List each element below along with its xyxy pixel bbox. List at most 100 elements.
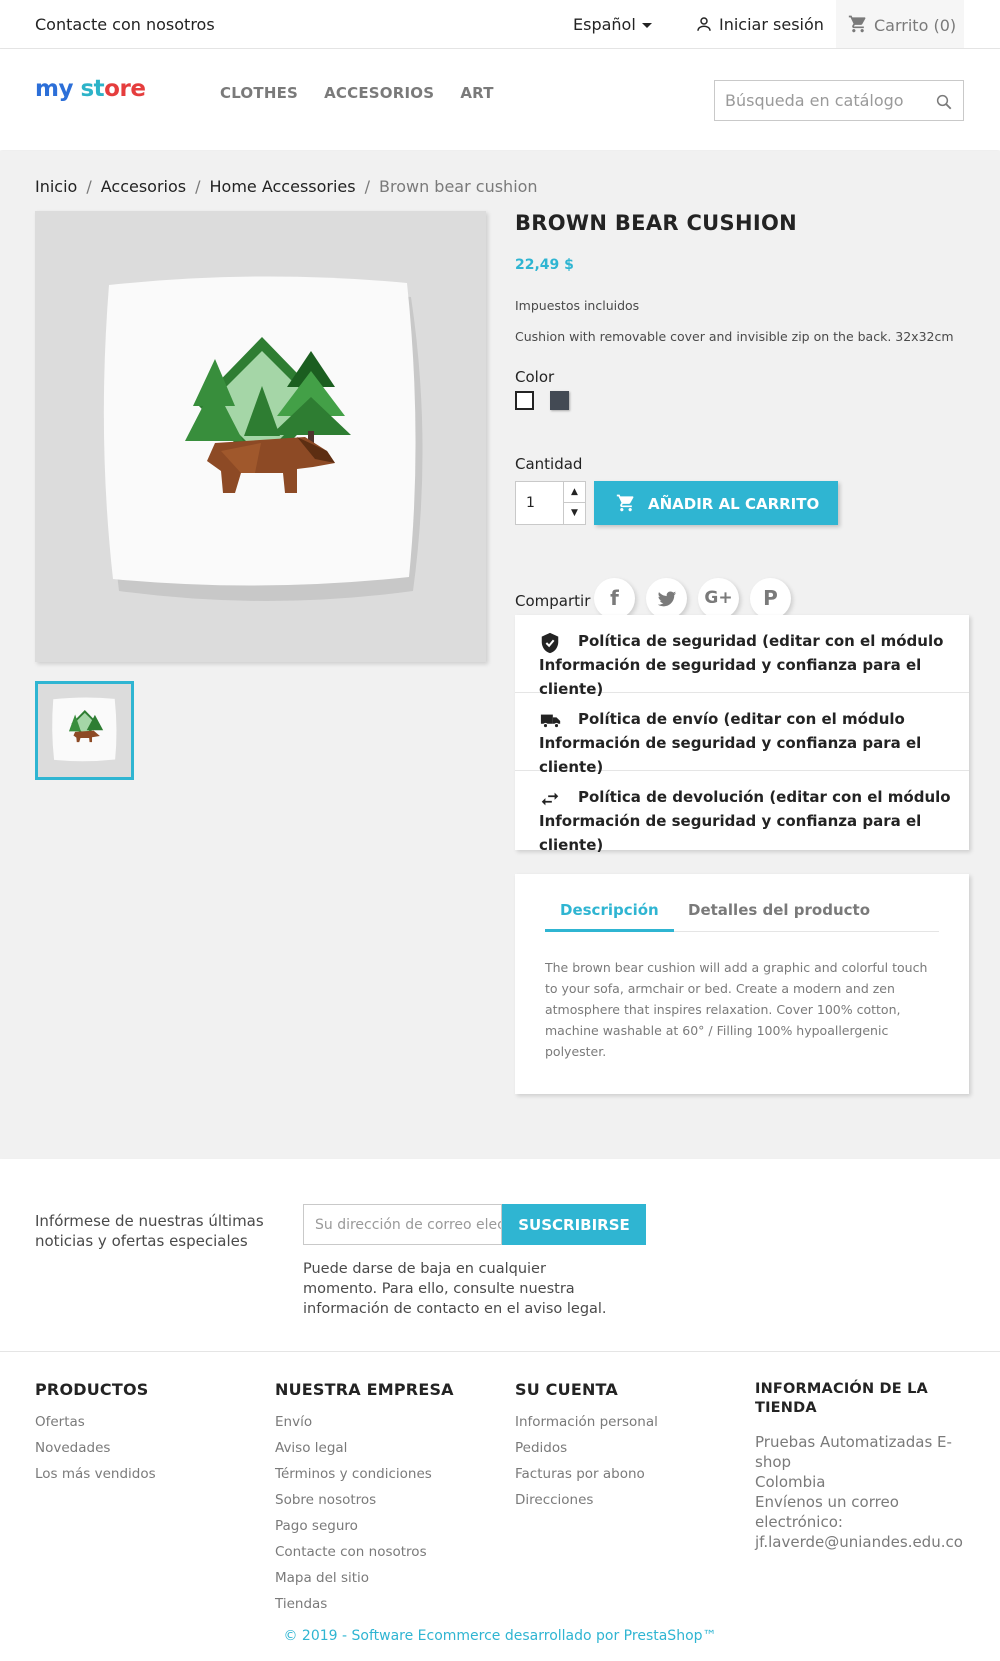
add-to-cart-label: AÑADIR AL CARRITO — [648, 495, 820, 513]
footer-link[interactable]: Los más vendidos — [35, 1461, 156, 1487]
footer-company: NUESTRA EMPRESA Envío Aviso legal Términ… — [275, 1380, 454, 1617]
breadcrumb-separator: / — [195, 177, 201, 196]
login-link[interactable]: Iniciar sesión — [695, 15, 824, 34]
chevron-down-icon: ▼ — [571, 508, 578, 518]
breadcrumb-separator: / — [364, 177, 370, 196]
footer-link[interactable]: Pedidos — [515, 1435, 658, 1461]
quantity-input[interactable] — [516, 482, 564, 524]
product-description: The brown bear cushion will add a graphi… — [545, 960, 928, 1059]
footer-link[interactable]: Mapa del sitio — [275, 1565, 454, 1591]
search-icon[interactable] — [935, 93, 953, 111]
newsletter-text: Infórmese de nuestras últimas noticias y… — [35, 1212, 264, 1250]
share-label: Compartir — [515, 592, 591, 610]
googleplus-share-button[interactable]: G+ — [698, 578, 739, 619]
copyright-link[interactable]: © 2019 - Software Ecommerce desarrollado… — [0, 1628, 1000, 1644]
footer-link[interactable]: Facturas por abono — [515, 1461, 658, 1487]
store-email-label: Envíenos un correo electrónico: — [755, 1493, 899, 1531]
quantity-stepper: ▲ ▼ — [515, 481, 586, 525]
footer-heading: NUESTRA EMPRESA — [275, 1380, 454, 1399]
store-logo[interactable]: my store — [35, 76, 146, 102]
subscribe-button[interactable]: SUSCRIBIRSE — [502, 1204, 646, 1245]
pinterest-icon: P — [763, 586, 778, 610]
footer-heading: PRODUCTOS — [35, 1380, 149, 1399]
cart-button[interactable]: Carrito (0) — [836, 0, 964, 48]
quantity-down-button[interactable]: ▼ — [563, 503, 585, 524]
footer-heading: SU CUENTA — [515, 1380, 618, 1399]
reassurance-item: Política de envío (editar con el módulo … — [515, 693, 969, 776]
breadcrumb-item[interactable]: Home Accessories — [210, 177, 356, 196]
color-swatch-gray[interactable] — [550, 391, 569, 410]
user-icon — [697, 17, 711, 31]
facebook-share-button[interactable]: f — [594, 578, 635, 619]
footer-link[interactable]: Contacte con nosotros — [275, 1539, 454, 1565]
footer-link[interactable]: Envío — [275, 1409, 454, 1435]
newsletter-email-input[interactable] — [303, 1204, 502, 1245]
nav-item-accesorios[interactable]: ACCESORIOS — [324, 84, 434, 102]
reassurance-text: Política de envío (editar con el módulo … — [539, 710, 922, 776]
footer-link[interactable]: Términos y condiciones — [275, 1461, 454, 1487]
product-tabs: Descripción Detalles del producto The br… — [515, 874, 969, 1094]
breadcrumb-item[interactable]: Accesorios — [101, 177, 186, 196]
footer-products: PRODUCTOS Ofertas Novedades Los más vend… — [35, 1380, 156, 1487]
tab-product-details[interactable]: Detalles del producto — [673, 899, 885, 932]
nav-item-art[interactable]: ART — [460, 84, 493, 102]
pinterest-share-button[interactable]: P — [750, 578, 791, 619]
logo-part: ore — [104, 76, 146, 102]
store-country: Colombia — [755, 1473, 826, 1491]
tab-description[interactable]: Descripción — [545, 899, 674, 932]
shopping-cart-icon — [616, 494, 634, 512]
product-title: BROWN BEAR CUSHION — [515, 211, 797, 235]
store-name: Pruebas Automatizadas E-shop — [755, 1433, 952, 1471]
facebook-icon: f — [610, 586, 619, 610]
color-label: Color — [515, 368, 555, 386]
newsletter-block: Infórmese de nuestras últimas noticias y… — [0, 1159, 1000, 1352]
shield-check-icon — [541, 632, 559, 654]
tab-bar: Descripción Detalles del producto — [545, 899, 939, 932]
tax-label: Impuestos incluidos — [515, 298, 640, 313]
truck-icon — [540, 714, 561, 729]
breadcrumb-current: Brown bear cushion — [379, 177, 538, 196]
footer-link[interactable]: Ofertas — [35, 1409, 156, 1435]
footer-link[interactable]: Información personal — [515, 1409, 658, 1435]
cushion-illustration — [35, 211, 486, 662]
reassurance-block: Política de seguridad (editar con el mód… — [515, 615, 969, 854]
twitter-icon — [657, 591, 676, 607]
contact-link[interactable]: Contacte con nosotros — [35, 15, 215, 34]
footer-link[interactable]: Sobre nosotros — [275, 1487, 454, 1513]
breadcrumb-item[interactable]: Inicio — [35, 177, 77, 196]
footer-link[interactable]: Pago seguro — [275, 1513, 454, 1539]
short-description: Cushion with removable cover and invisib… — [515, 329, 954, 344]
logo-part: st — [80, 76, 105, 102]
newsletter-note: Puede darse de baja en cualquier momento… — [303, 1261, 607, 1317]
reassurance-item: Política de devolución (editar con el mó… — [515, 771, 969, 854]
breadcrumb-separator: / — [86, 177, 92, 196]
search-box — [714, 80, 964, 121]
shopping-cart-icon — [848, 15, 866, 33]
twitter-share-button[interactable] — [646, 578, 687, 619]
logo-part: my — [35, 76, 73, 102]
reassurance-text: Política de seguridad (editar con el mód… — [539, 632, 944, 698]
login-label: Iniciar sesión — [719, 15, 824, 34]
swap-arrows-icon — [541, 792, 559, 806]
product-thumbnail[interactable] — [35, 681, 134, 780]
footer-heading: INFORMACIÓN DE LA TIENDA — [755, 1381, 928, 1416]
search-input[interactable] — [715, 81, 915, 119]
quantity-label: Cantidad — [515, 455, 583, 473]
footer-link[interactable]: Aviso legal — [275, 1435, 454, 1461]
footer-link[interactable]: Novedades — [35, 1435, 156, 1461]
main-nav: CLOTHES ACCESORIOS ART — [220, 83, 515, 102]
store-email[interactable]: jf.laverde@uniandes.edu.co — [755, 1532, 970, 1552]
chevron-up-icon: ▲ — [571, 487, 578, 497]
add-to-cart-button[interactable]: AÑADIR AL CARRITO — [594, 481, 838, 525]
footer-link[interactable]: Tiendas — [275, 1591, 454, 1617]
color-swatch-white[interactable] — [515, 391, 534, 410]
site-footer: PRODUCTOS Ofertas Novedades Los más vend… — [0, 1352, 1000, 1661]
footer-link[interactable]: Direcciones — [515, 1487, 658, 1513]
reassurance-item: Política de seguridad (editar con el mód… — [515, 615, 969, 698]
nav-item-clothes[interactable]: CLOTHES — [220, 84, 298, 102]
quantity-up-button[interactable]: ▲ — [563, 482, 585, 503]
product-cover-image[interactable] — [35, 211, 486, 662]
footer-store-info: INFORMACIÓN DE LA TIENDA Pruebas Automat… — [755, 1380, 970, 1552]
language-selector[interactable]: Español — [573, 15, 652, 34]
language-label: Español — [573, 15, 636, 34]
